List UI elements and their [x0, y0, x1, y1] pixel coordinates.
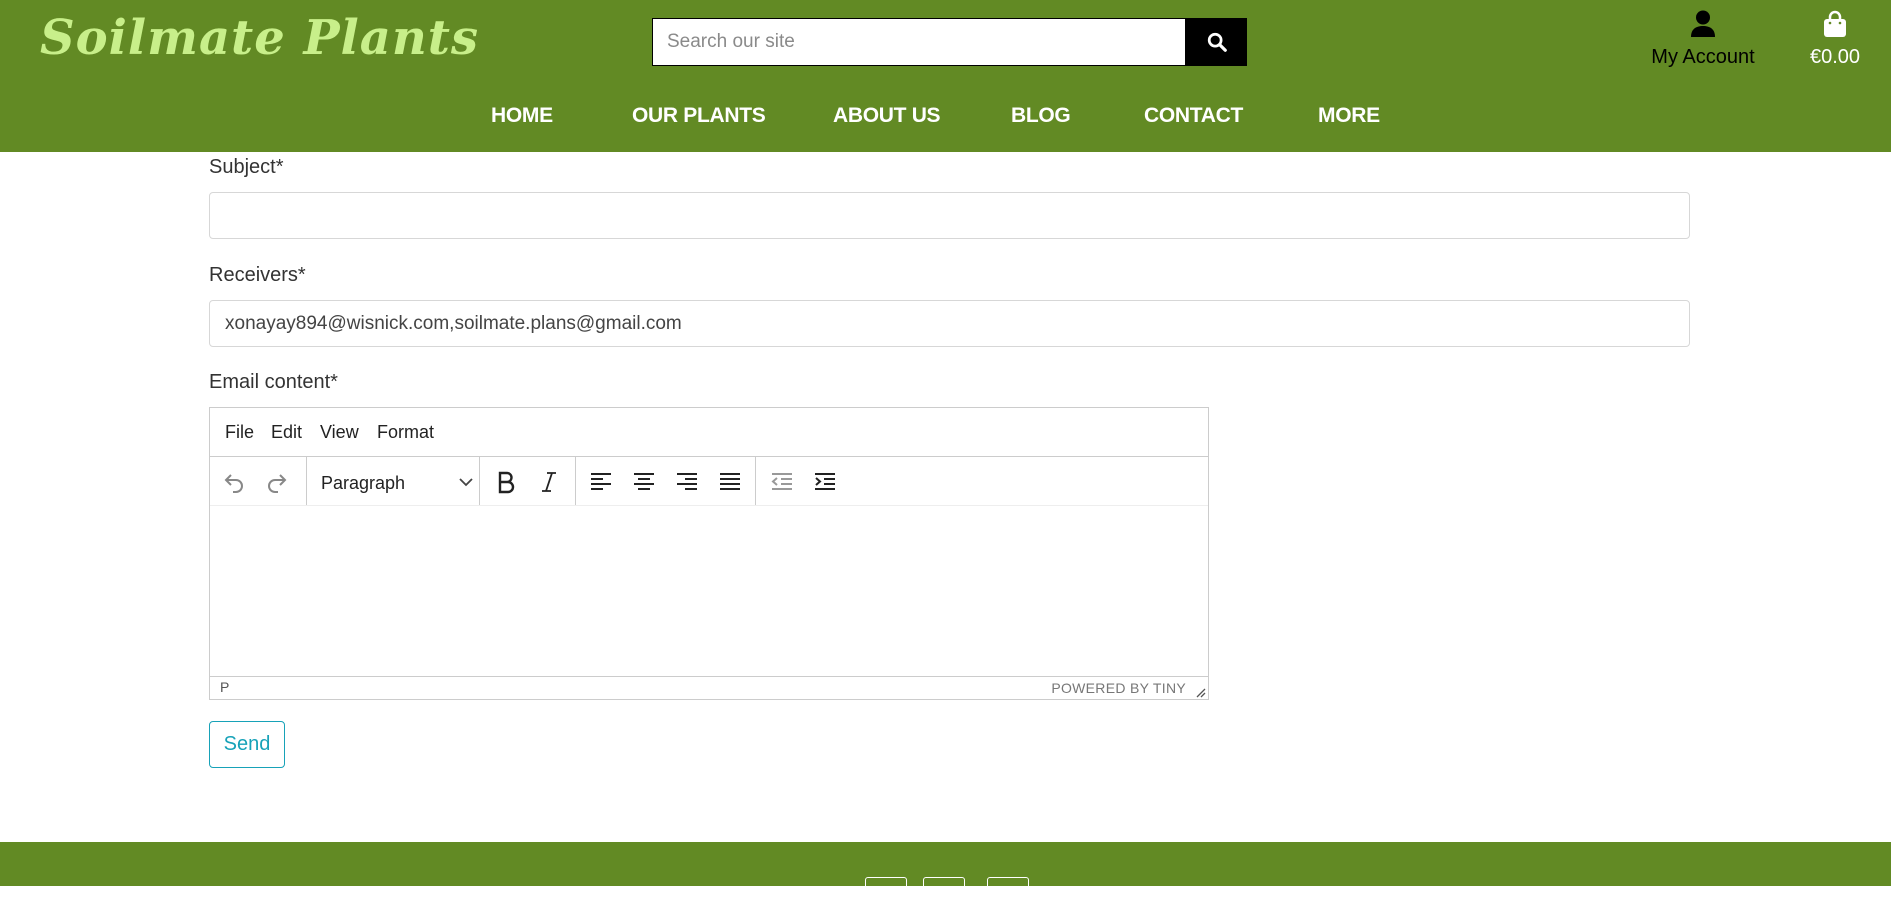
subject-field[interactable] [209, 192, 1690, 239]
receivers-label: Receivers* [209, 264, 306, 286]
editor-content-area[interactable] [210, 506, 1208, 673]
nav-home[interactable]: HOME [491, 104, 553, 128]
shopping-bag-link[interactable]: €0.00 [1800, 10, 1870, 69]
toolbar-divider [479, 457, 480, 505]
undo-button[interactable] [217, 465, 251, 499]
toolbar-divider [306, 457, 307, 505]
align-left-button[interactable] [584, 465, 618, 499]
editor-toolbar: Paragraph [210, 457, 1208, 506]
shopping-bag-icon [1824, 10, 1846, 37]
bold-button[interactable] [489, 465, 523, 499]
rich-text-editor: File Edit View Format Paragraph P POWERE… [209, 407, 1209, 700]
align-left-icon [591, 473, 611, 490]
search-button[interactable] [1186, 18, 1247, 66]
menu-view[interactable]: View [320, 422, 359, 443]
align-center-button[interactable] [627, 465, 661, 499]
align-right-button[interactable] [670, 465, 704, 499]
undo-icon [224, 474, 243, 493]
site-header: Soilmate Plants My Account €0.00 HOME OU… [0, 0, 1891, 152]
redo-icon [268, 474, 287, 493]
block-format-select[interactable]: Paragraph [313, 465, 485, 499]
search-bar [652, 18, 1247, 66]
social-link-3[interactable] [987, 877, 1029, 917]
search-input[interactable] [652, 18, 1186, 66]
italic-button[interactable] [532, 465, 566, 499]
editor-statusbar: P POWERED BY TINY [210, 676, 1208, 700]
align-justify-icon [720, 473, 740, 490]
site-logo[interactable]: Soilmate Plants [40, 10, 479, 66]
powered-by-link[interactable]: POWERED BY TINY [1051, 680, 1186, 696]
main-nav: HOME OUR PLANTS ABOUT US BLOG CONTACT MO… [0, 104, 1891, 134]
element-path[interactable]: P [220, 679, 229, 695]
social-link-2[interactable] [923, 877, 965, 917]
indent-icon [815, 473, 835, 490]
receivers-field[interactable] [209, 300, 1690, 347]
align-justify-button[interactable] [713, 465, 747, 499]
resize-handle-icon[interactable] [1194, 686, 1206, 698]
subject-label: Subject* [209, 156, 284, 178]
search-icon [1207, 32, 1227, 52]
bold-icon [498, 471, 515, 494]
nav-blog[interactable]: BLOG [1011, 104, 1071, 128]
send-button[interactable]: Send [209, 721, 285, 768]
align-center-icon [634, 473, 654, 490]
bag-total: €0.00 [1809, 46, 1861, 68]
nav-our-plants[interactable]: OUR PLANTS [632, 104, 766, 128]
site-footer [0, 842, 1891, 917]
outdent-icon [771, 473, 792, 490]
nav-contact[interactable]: CONTACT [1144, 104, 1243, 128]
toolbar-divider [575, 457, 576, 505]
redo-button[interactable] [260, 465, 294, 499]
social-link-1[interactable] [865, 877, 907, 917]
user-icon [1691, 10, 1715, 37]
email-content-label: Email content* [209, 371, 338, 393]
menu-format[interactable]: Format [377, 422, 434, 443]
align-right-icon [677, 473, 697, 490]
toolbar-divider [755, 457, 756, 505]
my-account-link[interactable]: My Account [1640, 10, 1766, 69]
italic-icon [542, 472, 556, 492]
nav-more[interactable]: MORE [1318, 104, 1380, 128]
menu-edit[interactable]: Edit [271, 422, 302, 443]
editor-menubar: File Edit View Format [210, 408, 1208, 457]
outdent-button[interactable] [765, 465, 799, 499]
my-account-label: My Account [1651, 46, 1755, 68]
block-format-value: Paragraph [321, 473, 406, 493]
nav-about-us[interactable]: ABOUT US [833, 104, 941, 128]
indent-button[interactable] [808, 465, 842, 499]
menu-file[interactable]: File [225, 422, 254, 443]
chevron-down-icon [459, 478, 473, 487]
